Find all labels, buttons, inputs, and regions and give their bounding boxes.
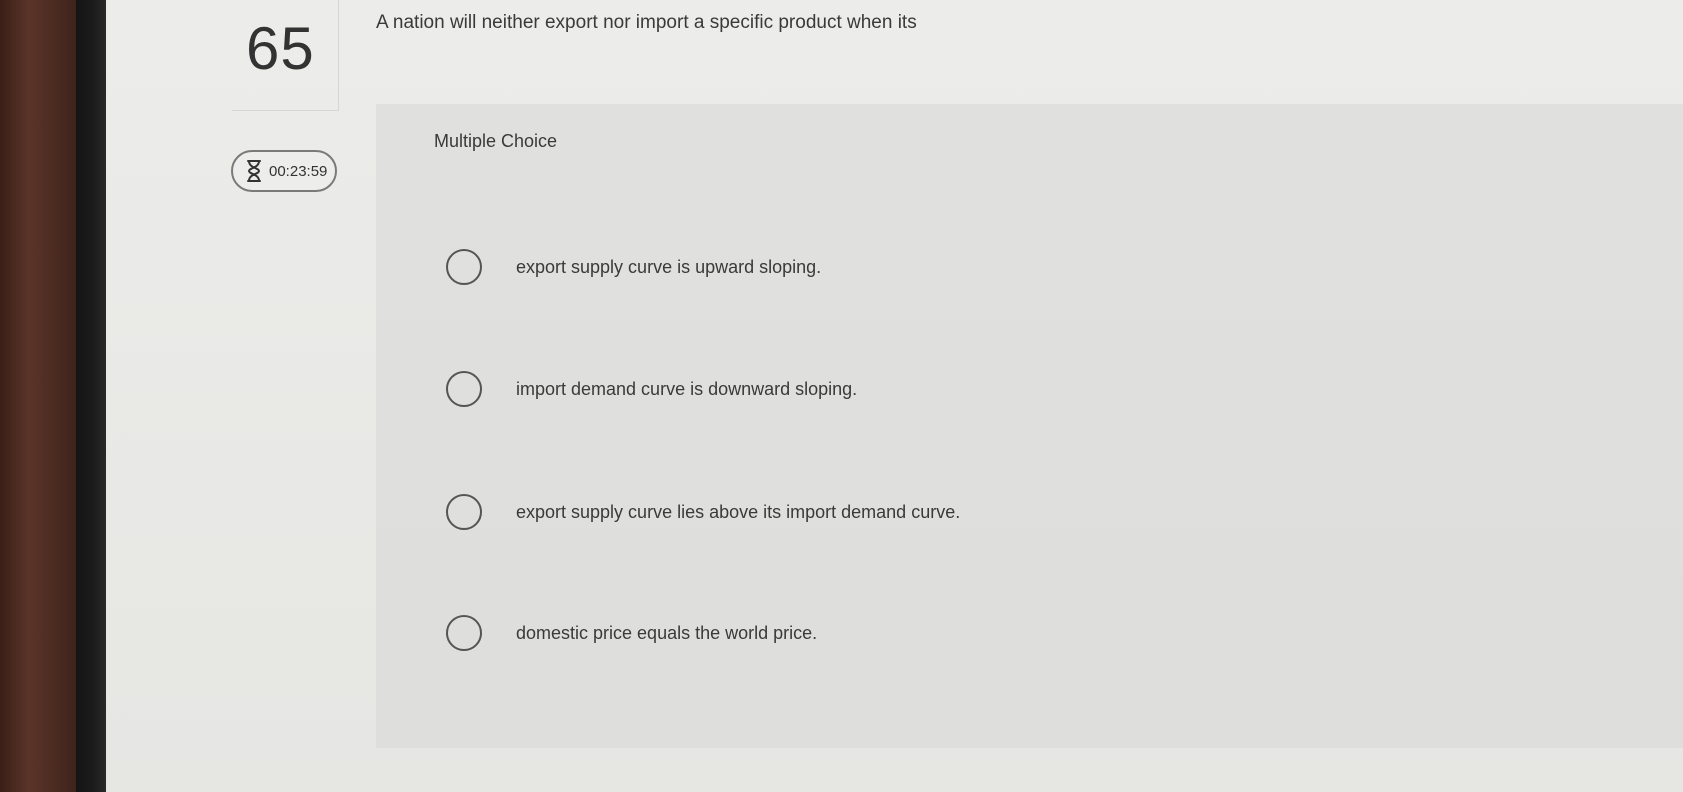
answer-option-4[interactable]: domestic price equals the world price. bbox=[446, 615, 817, 651]
answer-option-2[interactable]: import demand curve is downward sloping. bbox=[446, 371, 857, 407]
answer-option-label: import demand curve is downward sloping. bbox=[516, 378, 858, 399]
timer-value: 00:23:59 bbox=[269, 162, 328, 180]
radio-button[interactable] bbox=[446, 615, 482, 651]
answer-option-label: export supply curve is upward sloping. bbox=[516, 256, 822, 277]
question-type-label: Multiple Choice bbox=[434, 131, 558, 151]
answer-option-1[interactable]: export supply curve is upward sloping. bbox=[446, 249, 821, 285]
radio-button[interactable] bbox=[446, 249, 482, 285]
radio-button[interactable] bbox=[446, 371, 482, 407]
answer-panel bbox=[376, 104, 1683, 748]
answer-option-label: export supply curve lies above its impor… bbox=[516, 501, 961, 522]
question-text: A nation will neither export nor import … bbox=[376, 12, 917, 33]
monitor-bezel bbox=[76, 0, 106, 792]
answer-option-3[interactable]: export supply curve lies above its impor… bbox=[446, 494, 960, 530]
hourglass-icon bbox=[245, 159, 263, 183]
timer-badge[interactable]: 00:23:59 bbox=[231, 150, 337, 192]
question-number: 65 bbox=[246, 15, 315, 82]
answer-option-label: domestic price equals the world price. bbox=[516, 622, 818, 643]
radio-button[interactable] bbox=[446, 494, 482, 530]
desk-background bbox=[0, 0, 82, 792]
